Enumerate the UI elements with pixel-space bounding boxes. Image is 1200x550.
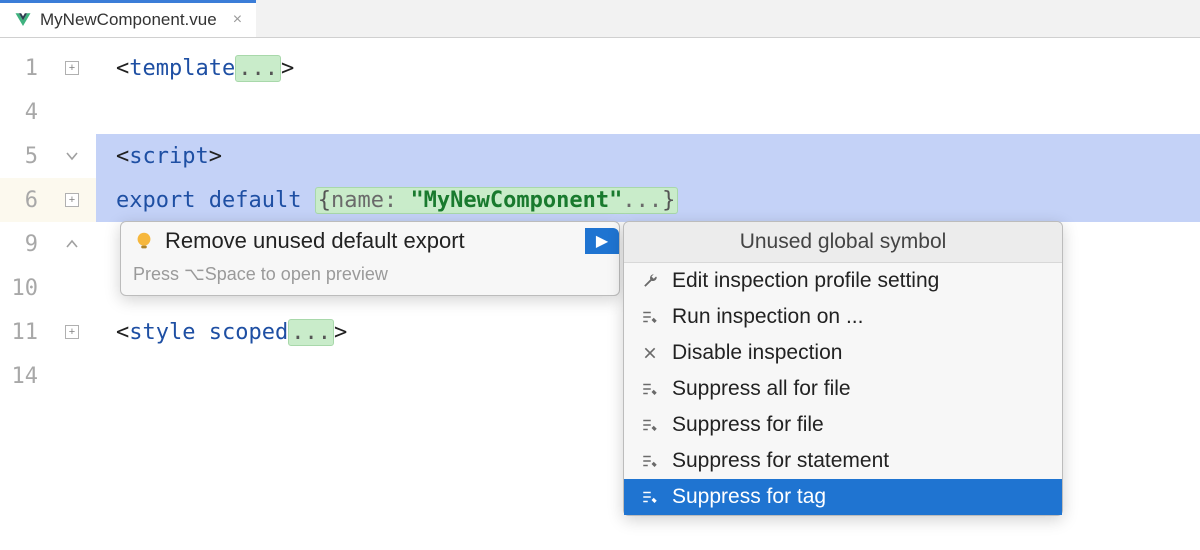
keyword-style: style	[129, 320, 195, 345]
submenu-header: Unused global symbol	[624, 222, 1062, 263]
gutter-row: 5	[0, 134, 96, 178]
line-number: 6	[0, 188, 48, 213]
line-number: 5	[0, 144, 48, 169]
submenu-item[interactable]: Disable inspection	[624, 335, 1062, 371]
prop-key: name:	[331, 188, 397, 213]
line-number: 11	[0, 320, 48, 345]
folded-object[interactable]: {name: "MyNewComponent"...}	[315, 187, 679, 214]
tab-close-button[interactable]: ×	[233, 11, 242, 29]
fold-area	[48, 149, 96, 163]
gutter-row: 6 +	[0, 178, 96, 222]
string-literal: "MyNewComponent"	[410, 188, 622, 213]
punct: >	[281, 56, 294, 81]
gutter-row: 14	[0, 354, 96, 398]
punct: <	[116, 144, 129, 169]
intention-submenu: Unused global symbol Edit inspection pro…	[623, 221, 1063, 516]
keyword-default: default	[209, 188, 302, 213]
punct: >	[209, 144, 222, 169]
fold-area: +	[48, 61, 96, 75]
gutter-row: 10	[0, 266, 96, 310]
line-number: 10	[0, 276, 48, 301]
keyword-export: export	[116, 188, 195, 213]
fold-toggle[interactable]: +	[65, 193, 79, 207]
fold-toggle[interactable]: +	[65, 325, 79, 339]
intention-expand-arrow[interactable]: ▶	[585, 228, 619, 254]
line-number: 1	[0, 56, 48, 81]
run-pencil-icon	[640, 415, 660, 435]
line-number: 14	[0, 364, 48, 389]
code-line	[96, 90, 1200, 134]
brace: {	[318, 188, 331, 213]
keyword-script: script	[129, 144, 208, 169]
submenu-item[interactable]: Suppress all for file	[624, 371, 1062, 407]
keyword-template: template	[129, 56, 235, 81]
keyword-scoped: scoped	[209, 320, 288, 345]
run-pencil-icon	[640, 487, 660, 507]
gutter-row: 1 +	[0, 46, 96, 90]
punct: <	[116, 56, 129, 81]
submenu-item[interactable]: Suppress for tag	[624, 479, 1062, 515]
ellipsis: ...	[622, 188, 662, 213]
folded-ellipsis[interactable]: ...	[288, 319, 334, 346]
submenu-item-label: Suppress all for file	[672, 377, 851, 401]
run-pencil-icon	[640, 307, 660, 327]
submenu-item-label: Suppress for tag	[672, 485, 826, 509]
submenu-item-label: Suppress for file	[672, 413, 824, 437]
wrench-icon	[640, 271, 660, 291]
submenu-item[interactable]: Suppress for file	[624, 407, 1062, 443]
intention-hint: Press ⌥Space to open preview	[121, 260, 619, 295]
punct: <	[116, 320, 129, 345]
gutter-row: 9	[0, 222, 96, 266]
gutter-row: 11 +	[0, 310, 96, 354]
folded-ellipsis[interactable]: ...	[235, 55, 281, 82]
fold-area: +	[48, 325, 96, 339]
brace: }	[662, 188, 675, 213]
fold-toggle[interactable]	[65, 237, 79, 251]
tab-filename: MyNewComponent.vue	[40, 10, 217, 30]
fold-area: +	[48, 193, 96, 207]
tab-bar: MyNewComponent.vue ×	[0, 0, 1200, 38]
intention-popup: Remove unused default export ▶ Press ⌥Sp…	[120, 221, 620, 296]
submenu-item[interactable]: Edit inspection profile setting	[624, 263, 1062, 299]
run-pencil-icon	[640, 451, 660, 471]
fold-toggle[interactable]	[65, 149, 79, 163]
gutter-row: 4	[0, 90, 96, 134]
run-pencil-icon	[640, 379, 660, 399]
submenu-item-label: Disable inspection	[672, 341, 842, 365]
gutter: 1 + 4 5 6 + 9	[0, 38, 96, 398]
line-number: 4	[0, 100, 48, 125]
fold-area	[48, 237, 96, 251]
submenu-item[interactable]: Run inspection on ...	[624, 299, 1062, 335]
editor-tab[interactable]: MyNewComponent.vue ×	[0, 0, 256, 37]
code-line: <script>	[96, 134, 1200, 178]
lightbulb-icon	[133, 230, 155, 252]
intention-label: Remove unused default export	[165, 228, 585, 254]
close-icon	[640, 343, 660, 363]
submenu-item[interactable]: Suppress for statement	[624, 443, 1062, 479]
submenu-item-label: Edit inspection profile setting	[672, 269, 939, 293]
code-line: export default {name: "MyNewComponent"..…	[96, 178, 1200, 222]
punct: >	[334, 320, 347, 345]
submenu-item-label: Suppress for statement	[672, 449, 889, 473]
submenu-item-label: Run inspection on ...	[672, 305, 863, 329]
line-number: 9	[0, 232, 48, 257]
fold-toggle[interactable]: +	[65, 61, 79, 75]
vue-icon	[14, 11, 32, 29]
code-line: <template...>	[96, 46, 1200, 90]
intention-action[interactable]: Remove unused default export ▶	[121, 222, 619, 260]
